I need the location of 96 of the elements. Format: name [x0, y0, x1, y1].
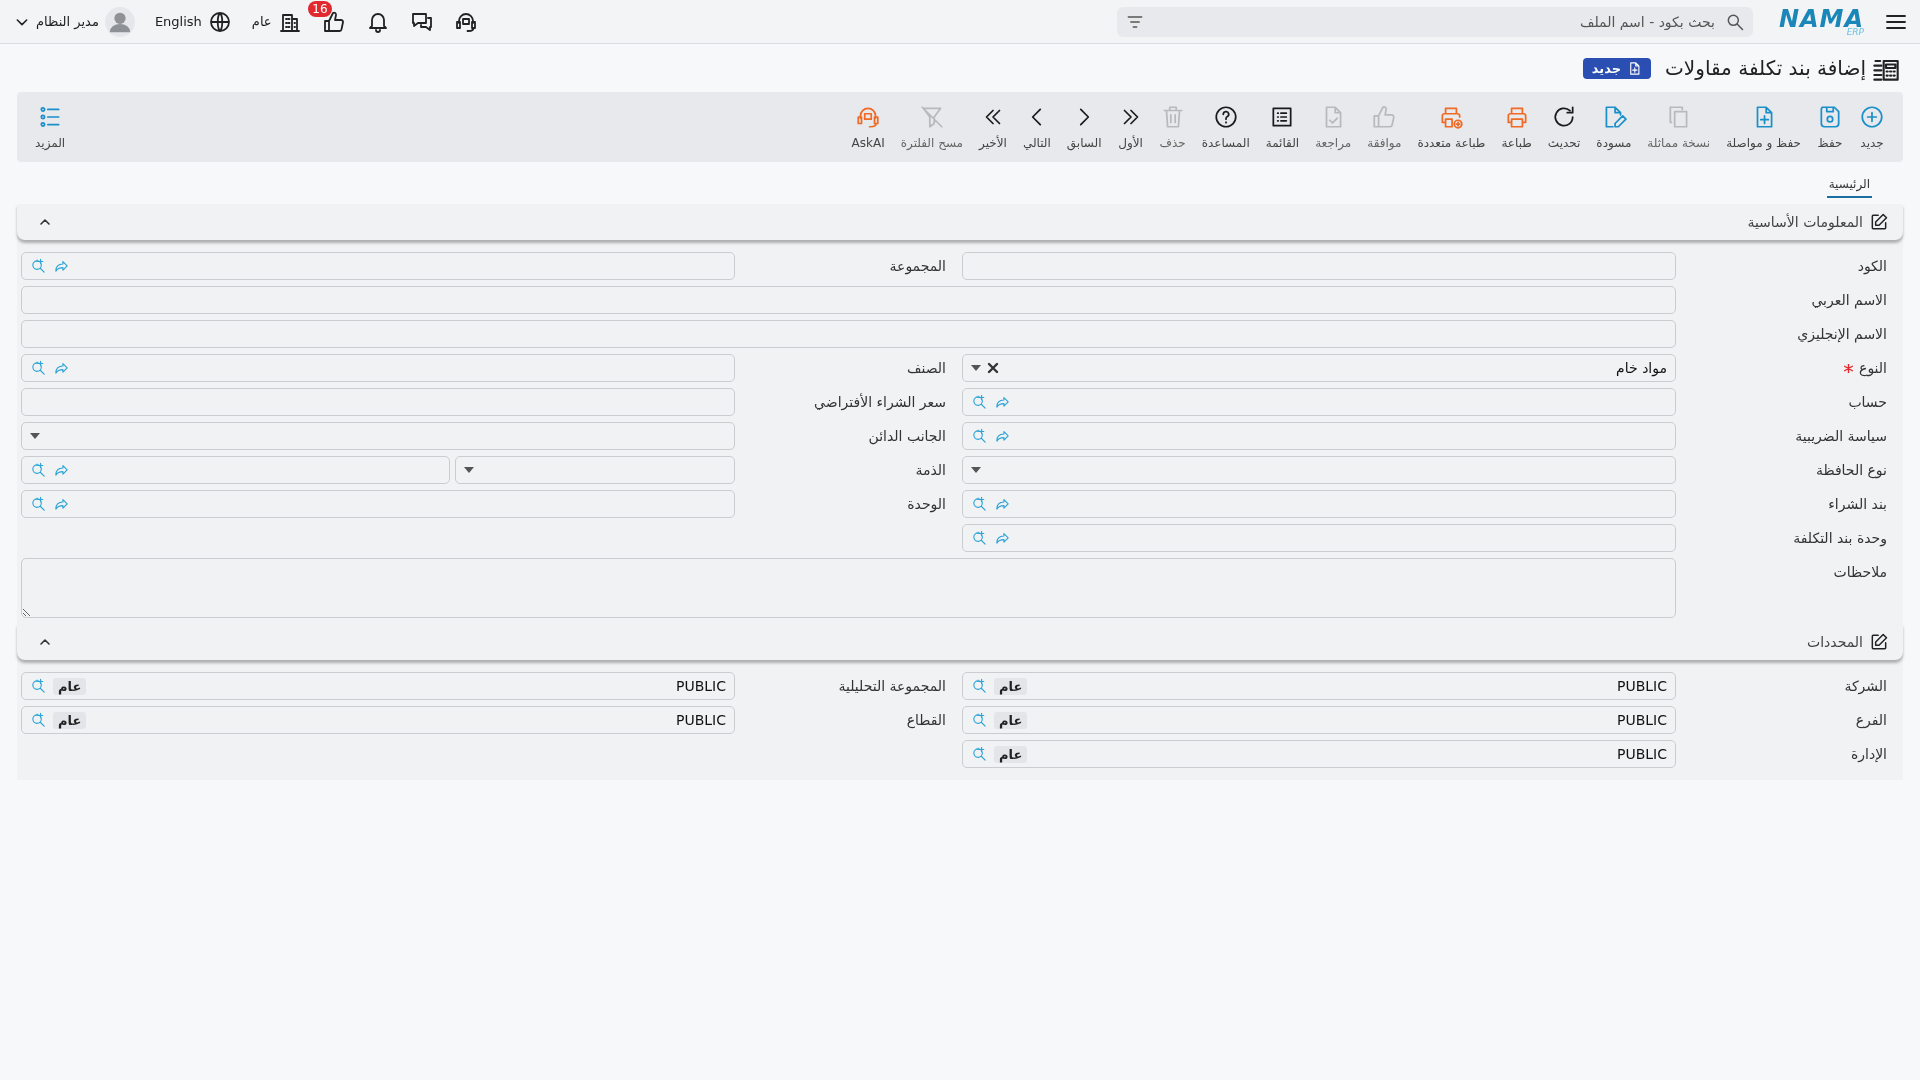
text-field[interactable]	[21, 286, 1676, 314]
search-plus-icon[interactable]	[971, 427, 988, 445]
lookup-field[interactable]	[962, 524, 1676, 552]
field-label: الكود	[1857, 258, 1887, 274]
language-selector[interactable]: English	[154, 9, 232, 34]
field-label: الذمة	[915, 462, 946, 478]
scope-tag: عام	[994, 677, 1028, 695]
scope-tag: عام	[53, 677, 87, 695]
field-label: الصنف	[907, 360, 946, 376]
caret-icon[interactable]	[971, 365, 981, 371]
field-label: سعر الشراء الأفتراضي	[814, 394, 946, 410]
filter-off-icon	[918, 104, 945, 130]
tab[interactable]: الرئيسية	[1826, 177, 1872, 198]
search-plus-icon[interactable]	[971, 677, 988, 695]
search-plus-icon[interactable]	[30, 461, 47, 479]
field-label: الفرع	[1855, 712, 1887, 728]
toolbar-button[interactable]: AskAI	[843, 104, 893, 150]
toolbar-button[interactable]: جديد	[1851, 104, 1893, 150]
field-label: القطاع	[906, 712, 946, 728]
help-icon	[1212, 104, 1239, 130]
field-label: وحدة بند التكلفة	[1793, 530, 1887, 546]
save-icon	[1817, 104, 1843, 130]
caret-icon[interactable]	[971, 467, 981, 473]
lookup-field[interactable]	[21, 456, 450, 484]
scope-tag: عام	[994, 745, 1028, 763]
avatar-icon	[104, 6, 135, 37]
toolbar-button[interactable]: الأخير	[971, 104, 1015, 150]
section-title: المحددات	[1807, 634, 1863, 650]
lookup-field[interactable]	[21, 354, 735, 382]
notes-field[interactable]	[21, 558, 1676, 618]
scope-tag: عام	[53, 711, 87, 729]
toolbar-button[interactable]: حفظ	[1809, 104, 1851, 150]
lookup-field[interactable]	[962, 422, 1676, 450]
toolbar-button[interactable]: طباعة	[1493, 104, 1540, 150]
field-label: الإدارة	[1850, 746, 1887, 762]
field-label: الوحدة	[907, 496, 946, 512]
field-label: حساب	[1848, 394, 1887, 410]
toolbar-button[interactable]: مسودة	[1588, 104, 1640, 150]
user-menu[interactable]: مدير النظام	[14, 6, 135, 37]
status-text: جديد	[1591, 60, 1621, 76]
field-label: الاسم العربي	[1811, 292, 1887, 308]
page-title: إضافة بند تكلفة مقاولات	[1665, 56, 1866, 80]
search-plus-icon[interactable]	[971, 393, 988, 411]
scope-tag: عام	[994, 711, 1028, 729]
field-label: نوع الحافظة	[1815, 462, 1887, 478]
text-field[interactable]	[21, 388, 735, 416]
scope-selector[interactable]: عام	[251, 9, 302, 34]
text-field[interactable]	[962, 252, 1676, 280]
edit-icon	[1869, 212, 1889, 232]
field-label: بند الشراء	[1828, 496, 1887, 512]
printer-plus-icon	[1438, 104, 1465, 130]
notification-badge: 16	[308, 0, 332, 17]
field-label: الشركة	[1844, 678, 1887, 694]
section-title: المعلومات الأساسية	[1747, 214, 1863, 230]
dropdown-field[interactable]	[21, 422, 735, 450]
toolbar-button[interactable]: المساعدة	[1193, 104, 1258, 150]
toolbar-button[interactable]: التالي	[1014, 104, 1059, 150]
field-label: المجموعة	[889, 258, 946, 274]
search-plus-icon[interactable]	[971, 745, 988, 763]
toolbar-button[interactable]: القائمة	[1257, 104, 1308, 150]
toolbar-button[interactable]: طباعة متعددة	[1409, 104, 1494, 150]
field-label: سياسة الضريبية	[1795, 428, 1887, 444]
toolbar-button[interactable]: السابق	[1058, 104, 1110, 150]
field-label: ملاحظات	[1833, 564, 1887, 580]
search-plus-icon[interactable]	[30, 711, 47, 729]
search-plus-icon[interactable]	[971, 529, 988, 547]
dropdown-field[interactable]: مواد خام	[962, 354, 1676, 382]
text-field[interactable]	[21, 320, 1676, 348]
toolbar-button[interactable]: الأول	[1109, 104, 1152, 150]
search-plus-icon[interactable]	[30, 677, 47, 695]
field-label: الاسم الإنجليزي	[1797, 326, 1887, 342]
search-plus-icon[interactable]	[971, 495, 988, 513]
file-plus-icon	[1627, 60, 1642, 76]
clear-icon[interactable]	[987, 362, 999, 374]
lookup-field[interactable]	[962, 388, 1676, 416]
thumbs-up-icon	[1371, 104, 1398, 130]
edit-icon	[1869, 632, 1889, 652]
field-label: النوع	[1859, 360, 1887, 376]
caret-icon[interactable]	[464, 467, 474, 473]
search-field[interactable]: بحث بكود - اسم الملف	[1116, 6, 1753, 37]
lookup-field[interactable]	[21, 252, 735, 280]
search-plus-icon[interactable]	[30, 257, 47, 275]
dropdown-field[interactable]	[455, 456, 735, 484]
more-button[interactable]: المزيد	[27, 104, 74, 150]
toolbar-button[interactable]: حفظ و مواصلة	[1718, 104, 1809, 150]
search-plus-icon[interactable]	[30, 495, 47, 513]
dropdown-field[interactable]	[962, 456, 1676, 484]
search-plus-icon[interactable]	[30, 359, 47, 377]
lookup-field[interactable]	[962, 490, 1676, 518]
globe-icon	[207, 9, 232, 34]
field-label: المجموعة التحليلية	[838, 678, 946, 694]
lookup-field[interactable]	[21, 490, 735, 518]
field-label: الجانب الدائن	[868, 428, 946, 444]
toolbar-button[interactable]: تحديث	[1539, 104, 1589, 150]
search-plus-icon[interactable]	[971, 711, 988, 729]
caret-icon[interactable]	[30, 433, 40, 439]
